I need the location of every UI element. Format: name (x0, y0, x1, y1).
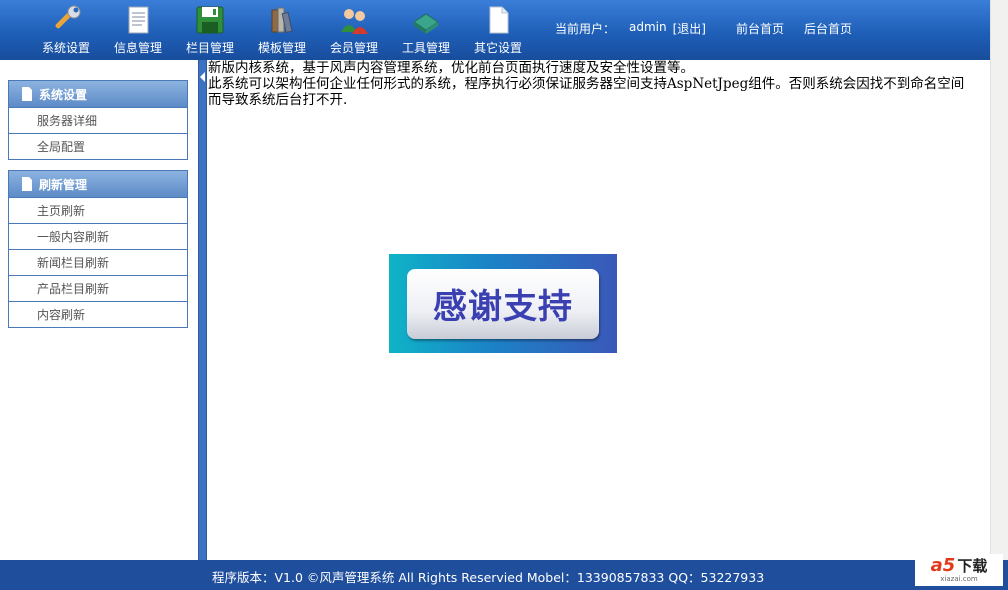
blank-page-icon (482, 4, 514, 36)
nav-label: 工具管理 (401, 41, 450, 55)
save-disk-icon (194, 4, 226, 36)
top-header: 系统设置 信息管理 栏目管理 模板管理 会员管理 工具管理 其它设置 当前用户：… (0, 0, 990, 60)
watermark-logo: a5 下载 xiazai.com (915, 554, 1003, 586)
nav-item-info-management[interactable]: 信息管理 (102, 0, 174, 60)
nav-label: 模板管理 (257, 41, 306, 55)
books-icon (266, 4, 298, 36)
menu-header[interactable]: 刷新管理 (9, 171, 187, 197)
footer-text: 程序版本：V1.0 ©风声管理系统 All Rights Reservied M… (212, 570, 765, 585)
users-icon (338, 4, 370, 36)
nav-item-tool-management[interactable]: 工具管理 (390, 0, 462, 60)
nav-label: 系统设置 (41, 41, 90, 55)
collapse-arrow-icon (200, 72, 205, 82)
footer: 程序版本：V1.0 ©风声管理系统 All Rights Reservied M… (0, 560, 1008, 590)
menu-item-server-details[interactable]: 服务器详细 (9, 107, 187, 133)
nav-item-member-management[interactable]: 会员管理 (318, 0, 390, 60)
banner-text: 感谢支持 (433, 287, 573, 327)
nav-item-column-management[interactable]: 栏目管理 (174, 0, 246, 60)
watermark-logo-mark: a5 (930, 555, 956, 576)
front-home-link[interactable]: 前台首页 (736, 20, 784, 37)
nav-item-other-settings[interactable]: 其它设置 (462, 0, 534, 60)
nav-label: 栏目管理 (185, 41, 234, 55)
document-icon (22, 177, 32, 191)
username: admin (629, 20, 667, 34)
main-content: 新版内核系统，基于风声内容管理系统，优化前台页面执行速度及安全性设置等。 此系统… (208, 60, 990, 560)
document-icon (122, 4, 154, 36)
user-bar: 当前用户： admin [退出] 前台首页 后台首页 (555, 20, 852, 37)
document-icon (22, 87, 32, 101)
menu-system-settings: 系统设置 服务器详细 全局配置 (8, 80, 188, 160)
sidebar: 系统设置 服务器详细 全局配置 刷新管理 主页刷新 一般内容刷新 新闻栏目刷新 … (0, 60, 198, 560)
back-home-link[interactable]: 后台首页 (804, 20, 852, 37)
logout-link[interactable]: [退出] (673, 20, 706, 37)
nav-label: 信息管理 (113, 41, 162, 55)
nav-item-system-settings[interactable]: 系统设置 (30, 0, 102, 60)
nav-label: 会员管理 (329, 41, 378, 55)
menu-item-content-refresh[interactable]: 内容刷新 (9, 301, 187, 327)
thanks-banner: 感谢支持 (389, 254, 617, 353)
intro-line-1: 新版内核系统，基于风声内容管理系统，优化前台页面执行速度及安全性设置等。 (208, 60, 694, 76)
menu-item-news-column-refresh[interactable]: 新闻栏目刷新 (9, 249, 187, 275)
menu-header[interactable]: 系统设置 (9, 81, 187, 107)
nav-label: 其它设置 (473, 41, 522, 55)
sidebar-toggle[interactable] (198, 60, 207, 560)
menu-title: 系统设置 (39, 87, 88, 102)
menu-title: 刷新管理 (39, 177, 88, 192)
intro-line-2: 此系统可以架构任何企业任何形式的系统，程序执行必须保证服务器空间支持AspNet… (208, 76, 965, 108)
current-user-label: 当前用户： (555, 22, 616, 36)
wrench-icon (50, 4, 82, 36)
menu-refresh-management: 刷新管理 主页刷新 一般内容刷新 新闻栏目刷新 产品栏目刷新 内容刷新 (8, 170, 188, 328)
toolbox-icon (410, 4, 442, 36)
vertical-scrollbar[interactable] (990, 0, 1008, 560)
menu-item-global-config[interactable]: 全局配置 (9, 133, 187, 159)
thanks-banner-plate: 感谢支持 (407, 268, 599, 339)
watermark-sub: xiazai.com (940, 575, 978, 583)
menu-item-product-column-refresh[interactable]: 产品栏目刷新 (9, 275, 187, 301)
menu-item-general-content-refresh[interactable]: 一般内容刷新 (9, 223, 187, 249)
main-nav: 系统设置 信息管理 栏目管理 模板管理 会员管理 工具管理 其它设置 (30, 0, 534, 60)
menu-item-home-refresh[interactable]: 主页刷新 (9, 197, 187, 223)
watermark-cn: 下载 (957, 557, 988, 575)
nav-item-template-management[interactable]: 模板管理 (246, 0, 318, 60)
